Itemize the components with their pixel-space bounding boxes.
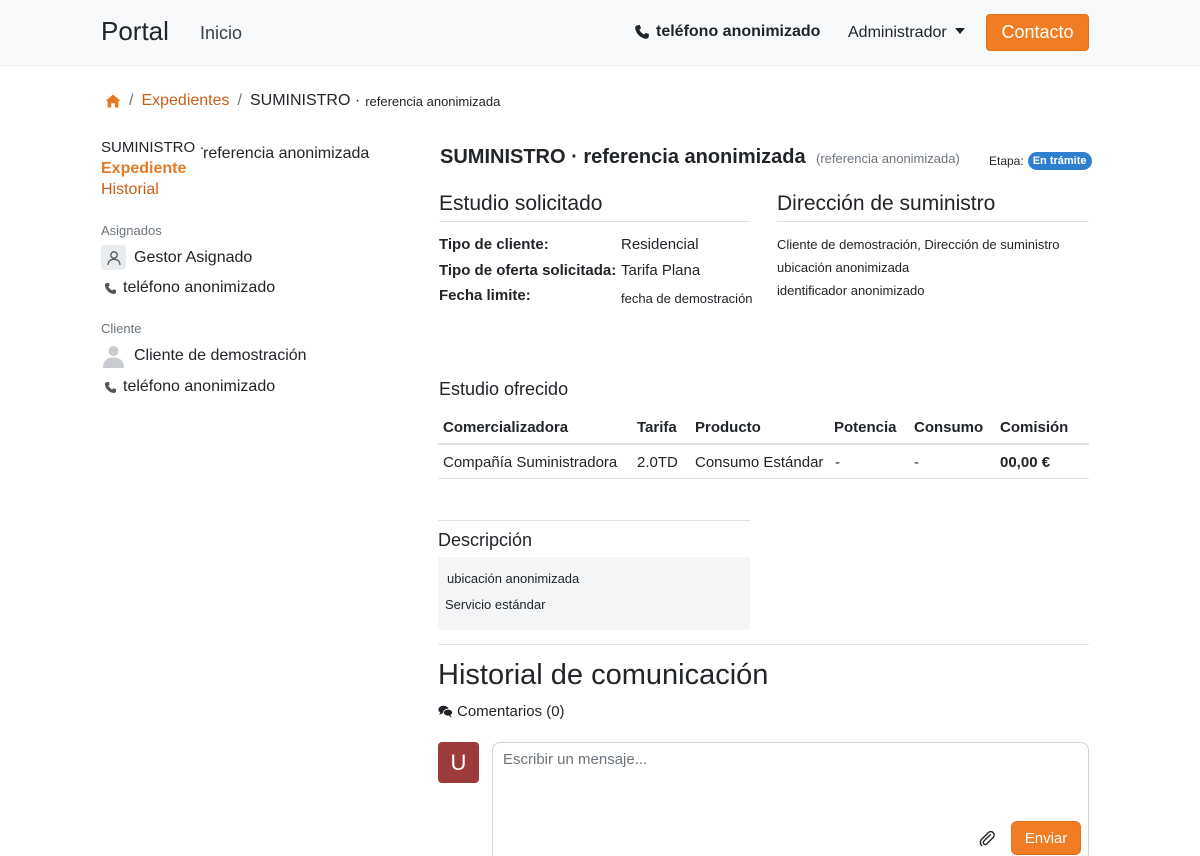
comments-count[interactable]: Comentarios (0) xyxy=(438,703,565,720)
comments-icon xyxy=(438,705,453,718)
sidebar-title-ref: referencia anonimizada xyxy=(203,145,370,162)
nav-phone[interactable]: teléfono anonimizado xyxy=(634,23,820,41)
requested-heading: Estudio solicitado xyxy=(439,192,603,215)
admin-dropdown[interactable]: Administrador xyxy=(848,24,965,42)
page-subtitle: (referencia anonimizada) xyxy=(816,151,960,166)
nav-link-home[interactable]: Inicio xyxy=(200,23,242,44)
client-name: Cliente de demostración xyxy=(134,346,307,364)
assigned-phone[interactable]: teléfono anonimizado xyxy=(104,279,275,297)
phone-icon xyxy=(104,282,117,294)
divider xyxy=(439,221,750,222)
assigned-label: Asignados xyxy=(101,223,162,238)
sidebar-item-expediente[interactable]: Expediente xyxy=(101,160,186,178)
table-cell: Consumo Estándar xyxy=(695,454,824,471)
client-person: Cliente de demostración xyxy=(101,343,307,368)
table-cell: - xyxy=(835,454,840,471)
breadcrumb-separator: / xyxy=(129,92,134,109)
avatar xyxy=(101,343,126,368)
breadcrumb: / Expedientes / SUMINISTRO · referencia … xyxy=(105,92,500,110)
stage-label: Etapa: xyxy=(989,154,1024,168)
divider xyxy=(777,221,1089,222)
table-row: Compañía Suministradora 2.0TD Consumo Es… xyxy=(438,445,1089,479)
breadcrumb-link-expedientes[interactable]: Expedientes xyxy=(141,92,229,110)
brand-logo[interactable]: Portal xyxy=(101,16,169,47)
description-line-2: Servicio estándar xyxy=(445,597,546,612)
client-type-key: Tipo de cliente: xyxy=(439,236,549,253)
description-box: ubicación anonimizada Servicio estándar xyxy=(438,557,750,630)
home-icon[interactable] xyxy=(105,94,121,108)
user-icon xyxy=(106,250,121,265)
offer-type-value: Tarifa Plana xyxy=(621,262,701,279)
history-heading: Historial de comunicación xyxy=(438,659,769,691)
admin-label: Administrador xyxy=(848,24,947,41)
client-phone[interactable]: teléfono anonimizado xyxy=(104,378,275,396)
divider xyxy=(438,520,750,521)
sidebar-item-historial[interactable]: Historial xyxy=(101,181,159,199)
nav-phone-label: teléfono anonimizado xyxy=(656,23,821,40)
breadcrumb-separator: / xyxy=(237,92,242,109)
address-line-3: identificador anonimizado xyxy=(777,283,925,298)
table-header-cell: Consumo xyxy=(914,419,984,436)
table-cell: 2.0TD xyxy=(637,454,678,471)
user-silhouette-icon xyxy=(103,346,124,368)
table-header-cell: Comercializadora xyxy=(443,419,569,436)
table-header-row: Comercializadora Tarifa Producto Potenci… xyxy=(438,412,1089,445)
page-title: SUMINISTRO · referencia anonimizada xyxy=(440,146,806,168)
sidebar-title: SUMINISTRO · xyxy=(101,139,205,156)
table-cell: - xyxy=(914,454,919,471)
avatar xyxy=(101,245,126,270)
address-line-1: Cliente de demostración, Dirección de su… xyxy=(777,237,1060,252)
table-header-cell: Comisión xyxy=(1000,419,1069,436)
table-header-cell: Producto xyxy=(695,419,761,436)
phone-icon xyxy=(635,25,649,39)
send-button[interactable]: Enviar xyxy=(1011,821,1081,855)
table-cell: 00,00 € xyxy=(1000,454,1051,471)
address-heading: Dirección de suministro xyxy=(777,192,996,215)
avatar: U xyxy=(438,742,479,783)
table-header-cell: Tarifa xyxy=(637,419,677,436)
divider xyxy=(438,644,1089,645)
breadcrumb-current: SUMINISTRO · xyxy=(249,92,361,109)
deadline-key: Fecha limite: xyxy=(439,287,531,304)
table-cell: Compañía Suministradora xyxy=(443,454,618,471)
offer-type-key: Tipo de oferta solicitada: xyxy=(439,262,617,279)
paperclip-icon[interactable] xyxy=(978,829,996,847)
top-navbar: Portal Inicio teléfono anonimizado Admin… xyxy=(0,0,1200,66)
client-type-value: Residencial xyxy=(621,236,699,253)
message-input[interactable] xyxy=(503,751,1063,768)
client-phone-label: teléfono anonimizado xyxy=(123,378,276,395)
status-badge: En trámite xyxy=(1027,152,1092,170)
description-line-1: ubicación anonimizada xyxy=(447,571,580,586)
contact-button[interactable]: Contacto xyxy=(986,14,1089,51)
description-heading: Descripción xyxy=(438,530,533,550)
stage-indicator: Etapa: En trámite xyxy=(989,152,1092,170)
client-label: Cliente xyxy=(101,321,142,336)
phone-icon xyxy=(104,381,117,393)
deadline-value: fecha de demostración xyxy=(621,291,753,306)
table-header-cell: Potencia xyxy=(834,419,897,436)
address-line-2: ubicación anonimizada xyxy=(777,260,910,275)
assigned-person: Gestor Asignado xyxy=(101,245,252,270)
comments-label: Comentarios (0) xyxy=(457,703,565,720)
assigned-phone-label: teléfono anonimizado xyxy=(123,279,276,296)
assigned-name: Gestor Asignado xyxy=(134,248,253,266)
offered-table: Comercializadora Tarifa Producto Potenci… xyxy=(438,412,1089,479)
offered-heading: Estudio ofrecido xyxy=(439,379,569,399)
message-composer: Enviar xyxy=(492,742,1089,856)
caret-down-icon xyxy=(954,28,965,34)
breadcrumb-current-ref: referencia anonimizada xyxy=(365,93,501,109)
